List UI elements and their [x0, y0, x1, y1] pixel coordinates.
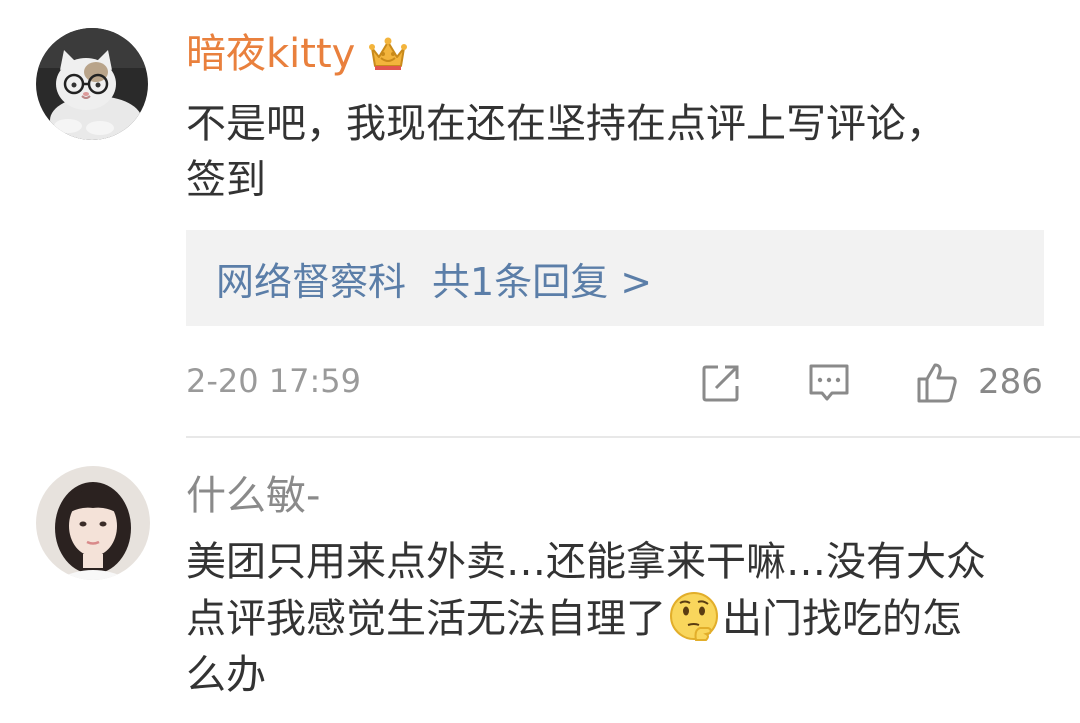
comment-text-segment: 点评我感觉生活无法自理了: [186, 596, 666, 642]
username-text[interactable]: 暗夜kitty: [186, 30, 355, 78]
avatar[interactable]: [36, 28, 148, 140]
timestamp: 2-20 17:59: [186, 362, 362, 400]
comment-text: 美团只用来点外卖…还能拿来干嘛…没有大众 点评我感觉生活无法自理了 出门找吃的怎…: [186, 534, 1046, 703]
reply-summary-link[interactable]: 共1条回复 >: [432, 251, 652, 306]
comment-text-line: 么办: [186, 652, 266, 698]
username[interactable]: 什么敏-: [186, 472, 320, 520]
comment-meta: 2-20 17:59 286: [186, 358, 1046, 408]
thumbs-up-icon[interactable]: [916, 362, 958, 404]
comment-text-line: 美团只用来点外卖…还能拿来干嘛…没有大众: [186, 539, 986, 585]
share-icon[interactable]: [700, 362, 742, 404]
reply-author[interactable]: 网络督察科: [216, 251, 406, 306]
comment-text-line: 点评我感觉生活无法自理了 出门找吃的怎: [186, 590, 1046, 647]
comment-text-segment: 出门找吃的怎: [722, 596, 962, 642]
like-count: 286: [978, 362, 1043, 402]
reply-preview[interactable]: 网络督察科 共1条回复 >: [186, 230, 1044, 326]
comment-item: 什么敏- 美团只用来点外卖…还能拿来干嘛…没有大众 点评我感觉生活无法自理了 出…: [0, 438, 1080, 723]
username[interactable]: 暗夜kitty: [186, 30, 409, 78]
crown-badge-icon: [367, 33, 409, 75]
comment-text-line: 签到: [186, 157, 266, 203]
avatar[interactable]: [36, 466, 150, 580]
comment-text-line: 不是吧，我现在还在坚持在点评上写评论，: [186, 101, 946, 147]
comment-item: 暗夜kitty 不是吧，我现在还在坚持在点评上写评论， 签到 网络督察科 共1条…: [0, 0, 1080, 438]
comment-text: 不是吧，我现在还在坚持在点评上写评论， 签到: [186, 96, 1046, 208]
thinking-face-emoji-icon: [668, 590, 720, 642]
comment-icon[interactable]: [808, 362, 850, 404]
